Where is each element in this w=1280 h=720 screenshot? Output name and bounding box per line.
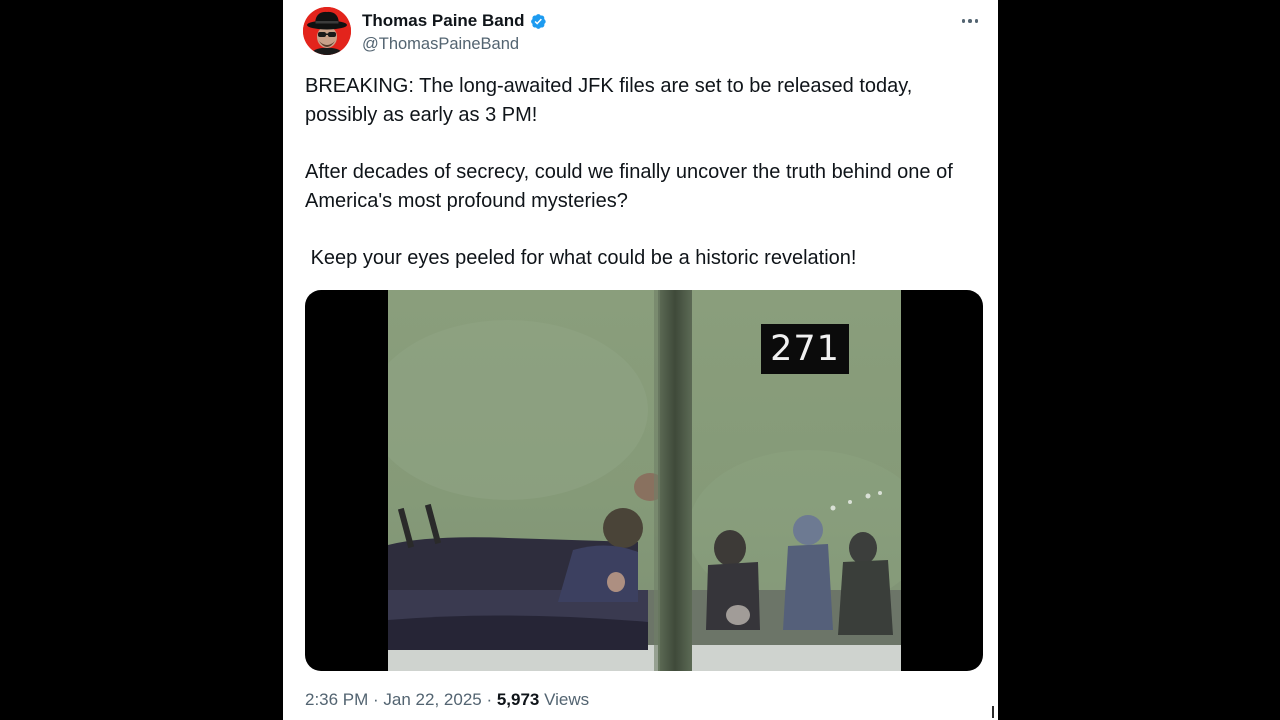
meta-separator: · (481, 690, 497, 709)
tweet-meta: 2:36 PM · Jan 22, 2025 · 5,973 Views (305, 690, 589, 710)
verified-badge-icon[interactable] (528, 12, 547, 31)
tweet-card: Thomas Paine Band @ThomasPaineBand BREAK… (283, 0, 998, 720)
dot (961, 19, 966, 23)
screen: Thomas Paine Band @ThomasPaineBand BREAK… (0, 0, 1280, 720)
tweet-text: BREAKING: The long-awaited JFK files are… (305, 72, 985, 273)
views-label: Views (544, 690, 590, 709)
dot (974, 19, 979, 23)
cowboy-hat-avatar-icon (303, 7, 351, 55)
meta-separator: · (368, 690, 384, 709)
more-options-icon[interactable] (956, 11, 984, 31)
scrollbar-mark (992, 706, 994, 718)
tweet-date[interactable]: Jan 22, 2025 (383, 690, 481, 709)
views-count: 5,973 (496, 690, 540, 709)
video-frame: 271 (388, 290, 901, 671)
dot (968, 19, 972, 23)
author-block: Thomas Paine Band @ThomasPaineBand (362, 10, 547, 54)
video-media[interactable]: 271 (305, 290, 983, 671)
author-handle[interactable]: @ThomasPaineBand (362, 35, 547, 54)
display-name[interactable]: Thomas Paine Band (362, 11, 524, 31)
tweet-time[interactable]: 2:36 PM (305, 690, 368, 709)
frame-counter: 271 (761, 324, 849, 374)
tweet-header: Thomas Paine Band @ThomasPaineBand (303, 7, 984, 57)
tweet-paragraph: BREAKING: The long-awaited JFK files are… (305, 75, 918, 126)
tweet-paragraph: Keep your eyes peeled for what could be … (305, 247, 857, 269)
tweet-paragraph: After decades of secrecy, could we final… (305, 161, 958, 212)
avatar[interactable] (303, 7, 351, 55)
display-name-row: Thomas Paine Band (362, 10, 547, 32)
